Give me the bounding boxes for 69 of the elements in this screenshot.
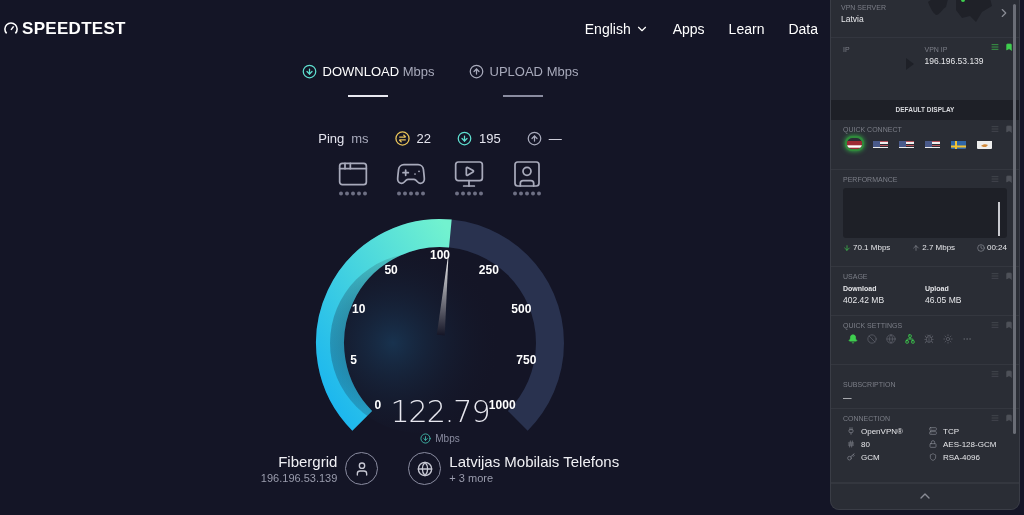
flag-icon[interactable]	[847, 137, 862, 149]
server-icon	[929, 427, 937, 436]
video-icon	[453, 158, 485, 190]
speed-unit: Mbps	[435, 433, 460, 444]
vpn-ip-value: 196.196.53.139	[924, 55, 985, 66]
server-name: Latvijas Mobilais Telefons	[449, 453, 620, 470]
video-call-icon	[511, 158, 543, 190]
connection-value: TCP	[943, 426, 959, 436]
rating-dots	[512, 191, 542, 196]
sun-icon[interactable]	[943, 334, 953, 345]
gauge-tick-label: 100	[430, 248, 450, 262]
upload-tab[interactable]: UPLOAD Mbps	[468, 64, 579, 97]
rating-dots	[338, 191, 368, 196]
menu-icon[interactable]	[991, 42, 999, 51]
download-arrow-icon	[843, 243, 851, 252]
gauge-tick-label: 10	[352, 302, 366, 317]
gauge-tick-label: 750	[516, 353, 537, 368]
download-icon	[301, 64, 317, 79]
connection-value: OpenVPN®	[861, 426, 903, 436]
block-icon[interactable]	[867, 334, 877, 345]
ping-value: 22	[416, 131, 432, 146]
usage-value: 402.42 MB	[843, 295, 886, 306]
ping-label: Ping ms	[318, 131, 369, 146]
language-dropdown[interactable]: English	[584, 21, 649, 37]
connection-value: GCM	[861, 452, 880, 462]
rating-dots	[454, 191, 484, 196]
connection-value: 80	[861, 439, 870, 449]
gauge-tick-label: 500	[511, 302, 532, 317]
connection-value: RSA-4096	[943, 452, 980, 462]
session-time: 00:24	[986, 243, 1007, 253]
gauge-tick-label: 0	[374, 398, 382, 413]
gauge-tick-label: 250	[478, 262, 499, 277]
ping-icon	[394, 131, 410, 146]
provider-name: Fibergrid	[278, 453, 338, 470]
vpn-server-value: Latvia	[841, 14, 865, 24]
shield-icon	[929, 453, 937, 462]
nav-link[interactable]: Learn	[728, 21, 765, 37]
network-icon[interactable]	[905, 334, 915, 345]
ping-value: —	[548, 131, 562, 146]
bookmark-icon[interactable]	[1005, 42, 1013, 51]
upload-icon	[526, 131, 542, 146]
clock-icon	[976, 243, 985, 252]
gauge-tick-label: 50	[384, 262, 398, 277]
rating-dots	[396, 191, 426, 196]
nav-link[interactable]: Apps	[672, 21, 705, 37]
upload-arrow-icon	[912, 243, 921, 252]
download-tab[interactable]: DOWNLOAD Mbps	[301, 64, 435, 97]
download-speed: 70.1 Mbps	[853, 243, 891, 253]
speed-value: 122.79	[390, 394, 490, 429]
change-server-link[interactable]: + 3 more	[449, 472, 494, 484]
bell-icon[interactable]	[848, 334, 858, 345]
usage-value: 46.05 MB	[925, 295, 963, 306]
provider-ip: 196.196.53.139	[260, 472, 338, 484]
gauge-tick-label: 1000	[488, 398, 516, 413]
ping-value: 195	[479, 131, 501, 146]
connection-value: AES-128-GCM	[943, 439, 997, 449]
bug-icon[interactable]	[924, 334, 934, 345]
lock-icon	[929, 440, 937, 449]
download-icon	[420, 433, 432, 444]
hash-icon	[847, 440, 855, 449]
subscription-value: —	[843, 392, 853, 403]
download-icon	[457, 131, 473, 146]
key-icon	[847, 453, 855, 462]
upload-icon	[468, 64, 484, 79]
gauge-tick-label: 5	[350, 353, 358, 368]
plug-icon	[847, 427, 855, 436]
upload-speed: 2.7 Mbps	[922, 243, 956, 253]
nav-link[interactable]: Data	[788, 21, 818, 37]
speedtest-logo: SPEEDTEST	[4, 19, 126, 39]
